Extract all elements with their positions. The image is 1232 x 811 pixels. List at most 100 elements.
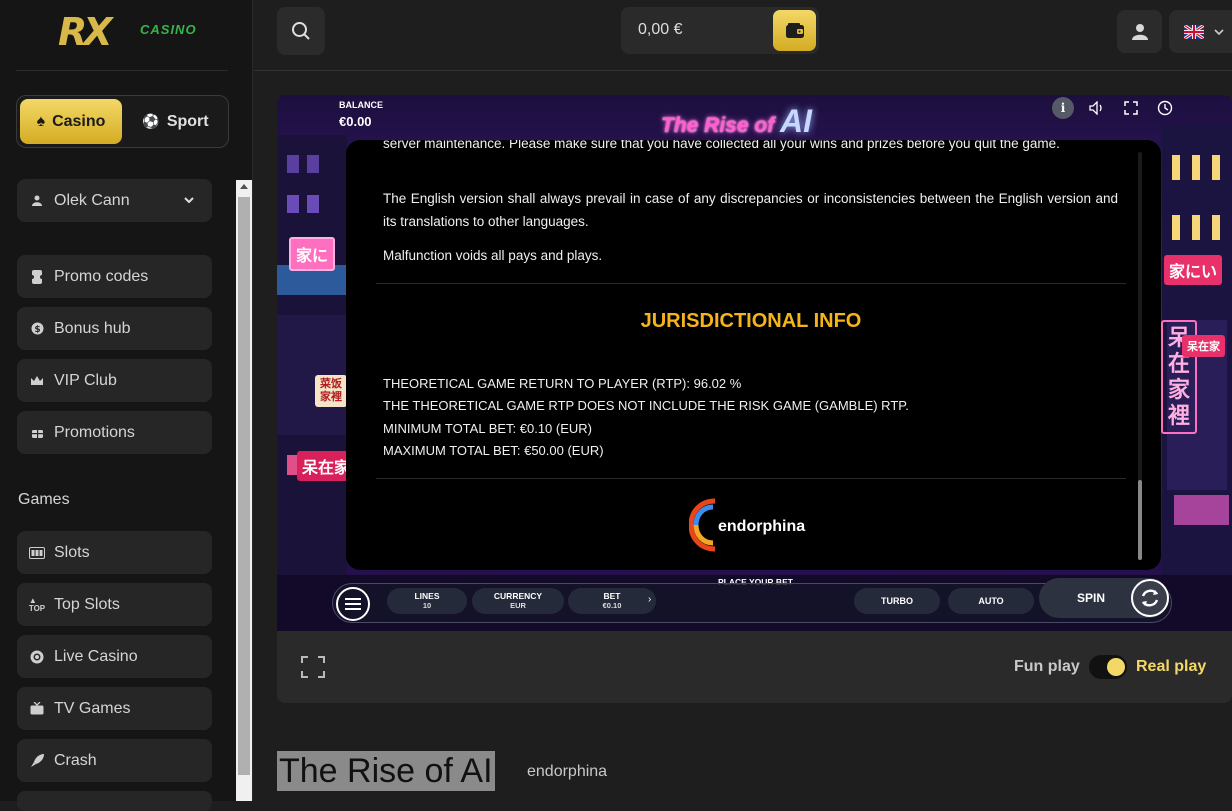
- auto-button[interactable]: AUTO: [948, 588, 1034, 614]
- rtp-line: MAXIMUM TOTAL BET: €50.00 (EUR): [383, 443, 604, 458]
- chevron-down-icon: [1214, 28, 1224, 35]
- game-logo: The Rise of AI: [661, 103, 812, 140]
- games-section-label: Games: [18, 491, 70, 508]
- rtp-line: THEORETICAL GAME RETURN TO PLAYER (RTP):…: [383, 376, 742, 391]
- bet-selector[interactable]: BET €0.10: [568, 588, 656, 614]
- casino-mode-label: Casino: [52, 112, 106, 130]
- provider-name[interactable]: endorphina: [527, 763, 607, 781]
- modal-paragraph: The English version shall always prevail…: [383, 191, 1118, 229]
- brand-logo[interactable]: RX CASINO: [58, 10, 208, 56]
- scroll-up-arrow-icon[interactable]: [240, 184, 248, 189]
- casino-mode-button[interactable]: ♠ Casino: [20, 99, 122, 144]
- turbo-button[interactable]: TURBO: [854, 588, 940, 614]
- sidebar: RX CASINO ♠ Casino ⚽ Sport Olek Cann Pro…: [0, 0, 253, 811]
- user-menu[interactable]: Olek Cann: [17, 179, 212, 222]
- language-selector[interactable]: [1169, 10, 1232, 53]
- sidebar-item-vip-club[interactable]: VIP Club: [17, 359, 212, 402]
- game-balance-label: BALANCE: [339, 100, 383, 110]
- lines-selector[interactable]: LINES 10: [387, 588, 467, 614]
- sidebar-item-top-slots[interactable]: ▲ TOP Top Slots: [17, 583, 212, 626]
- modal-paragraph: server maintenance. Please make sure tha…: [383, 140, 1060, 151]
- game-panel: 家に 家にい 菜饭 家裡 呆在家 呆在家裡 呆在家 BALANCE €0.00 T…: [277, 95, 1232, 703]
- game-canvas[interactable]: 家に 家にい 菜饭 家裡 呆在家 呆在家裡 呆在家 BALANCE €0.00 T…: [277, 95, 1232, 631]
- real-play-label[interactable]: Real play: [1136, 658, 1206, 676]
- fullscreen-icon[interactable]: [1120, 97, 1142, 119]
- neon-sign: 家に: [289, 237, 336, 271]
- jurisdictional-heading: JURISDICTIONAL INFO: [640, 310, 862, 332]
- expand-icon[interactable]: [301, 656, 325, 678]
- currency-selector[interactable]: CURRENCY EUR: [472, 588, 564, 614]
- topbar: 0,00 €: [254, 0, 1232, 71]
- wallet-button[interactable]: [773, 10, 816, 51]
- gift-icon: [29, 425, 45, 441]
- user-icon: [1131, 24, 1148, 40]
- lines-value: 10: [422, 601, 432, 610]
- sidebar-item-tv-games[interactable]: TV Games: [17, 687, 212, 730]
- balance-display: 0,00 €: [621, 7, 819, 54]
- turbo-label: TURBO: [881, 596, 913, 606]
- ball-icon: ⚽: [142, 113, 160, 129]
- chevron-right-icon[interactable]: ›: [648, 594, 651, 605]
- sidebar-item-promo-codes[interactable]: Promo codes: [17, 255, 212, 298]
- game-footer: Fun play Real play: [277, 631, 1232, 703]
- bet-label: BET: [603, 591, 621, 601]
- auto-label: AUTO: [978, 596, 1004, 606]
- chip-icon: [29, 649, 45, 665]
- sidebar-item-promotions[interactable]: Promotions: [17, 411, 212, 454]
- play-mode-toggle[interactable]: [1089, 655, 1127, 679]
- sidebar-item-bonus-hub[interactable]: $ Bonus hub: [17, 307, 212, 350]
- sidebar-item-label: Bonus hub: [54, 319, 131, 337]
- user-name: Olek Cann: [54, 191, 130, 209]
- divider: [376, 283, 1126, 284]
- sidebar-scrollbar-thumb[interactable]: [238, 197, 250, 775]
- coin-icon: $: [29, 321, 45, 337]
- game-logo-text: The Rise of: [661, 114, 775, 137]
- sidebar-item-label: Slots: [54, 543, 90, 561]
- neon-sign: 家にい: [1164, 255, 1223, 285]
- modal-scrollbar-thumb[interactable]: [1138, 480, 1142, 560]
- search-button[interactable]: [277, 7, 325, 55]
- currency-label: CURRENCY: [493, 591, 543, 601]
- divider: [376, 478, 1126, 479]
- history-icon[interactable]: [1154, 97, 1176, 119]
- tv-icon: [29, 701, 45, 717]
- spade-icon: ♠: [36, 112, 46, 130]
- bet-value: €0.10: [602, 601, 622, 610]
- sport-mode-button[interactable]: ⚽ Sport: [125, 99, 226, 144]
- toggle-knob: [1107, 658, 1125, 676]
- game-balance-value: €0.00: [339, 114, 372, 129]
- svg-text:$: $: [34, 325, 40, 335]
- sidebar-item-slots[interactable]: Slots: [17, 531, 212, 574]
- crown-icon: [29, 373, 45, 389]
- spin-label: SPIN: [1077, 591, 1106, 605]
- chevron-down-icon: [184, 192, 194, 206]
- spin-circle-button[interactable]: [1131, 579, 1169, 617]
- wallet-icon: [785, 23, 804, 38]
- sidebar-item-more[interactable]: [17, 791, 212, 811]
- neon-sign: 呆在家: [1182, 335, 1225, 357]
- endorphina-logo: endorphina: [689, 497, 829, 555]
- modal-paragraph: Malfunction voids all pays and plays.: [383, 248, 603, 263]
- top-icon: ▲ TOP: [28, 595, 46, 613]
- sidebar-item-label: TV Games: [54, 699, 131, 717]
- mode-switch: ♠ Casino ⚽ Sport: [16, 95, 229, 148]
- sound-icon[interactable]: [1086, 97, 1108, 119]
- balance-value: 0,00 €: [638, 21, 683, 38]
- neon-sign: 菜饭 家裡: [315, 375, 347, 407]
- sidebar-item-label: Promotions: [54, 423, 135, 441]
- sport-mode-label: Sport: [166, 112, 209, 130]
- sidebar-item-live-casino[interactable]: Live Casino: [17, 635, 212, 678]
- info-icon[interactable]: i: [1052, 97, 1074, 119]
- slots-icon: [29, 545, 45, 561]
- fun-play-label[interactable]: Fun play: [1014, 658, 1080, 676]
- game-controls: PLACE YOUR BET LINES 10 CURRENCY EUR BET…: [332, 577, 1172, 625]
- profile-button[interactable]: [1117, 10, 1162, 53]
- sidebar-item-label: Top Slots: [54, 595, 120, 613]
- sidebar-item-crash[interactable]: Crash: [17, 739, 212, 782]
- sidebar-item-label: Live Casino: [54, 647, 138, 665]
- logo-sub: CASINO: [140, 22, 197, 37]
- ticket-icon: [29, 269, 45, 285]
- game-menu-button[interactable]: [336, 587, 370, 621]
- page-title: The Rise of AI: [277, 751, 495, 791]
- refresh-icon: [1141, 589, 1159, 607]
